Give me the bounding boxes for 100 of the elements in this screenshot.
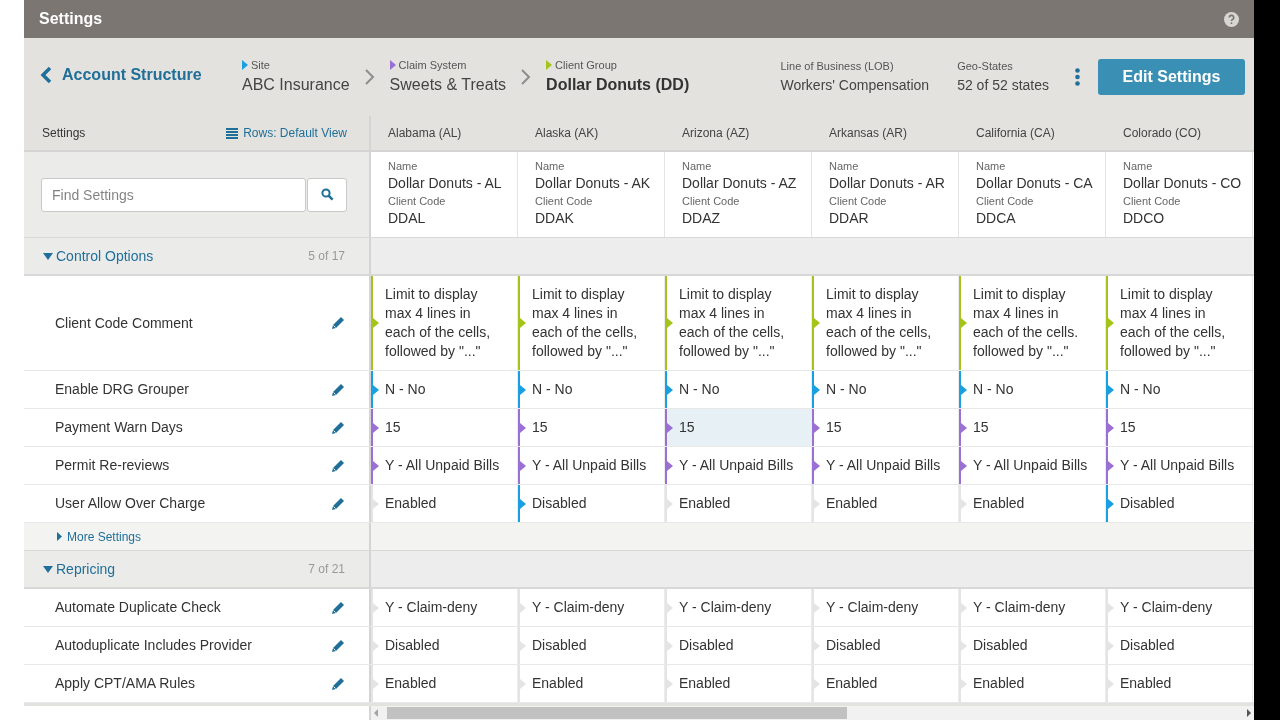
- table-cell[interactable]: Enabled: [665, 485, 812, 522]
- setting-label: Enable DRG Grouper: [55, 380, 189, 399]
- table-cell[interactable]: Enabled: [812, 665, 959, 702]
- table-cell[interactable]: 15: [959, 409, 1106, 446]
- breadcrumb-link[interactable]: Dollar Donuts (DD): [546, 73, 690, 98]
- table-cell[interactable]: Limit to display max 4 lines in each of the cells, followed by "...": [1106, 276, 1253, 370]
- section-toggle[interactable]: Repricing: [43, 558, 116, 580]
- table-cell[interactable]: Enabled: [812, 485, 959, 522]
- table-cell[interactable]: Limit to display max 4 lines in each of the cells. followed by "...": [959, 276, 1106, 370]
- pencil-icon[interactable]: [331, 496, 345, 511]
- table-cell[interactable]: Y - All Unpaid Bills: [959, 447, 1106, 484]
- table-cell[interactable]: N - No: [959, 371, 1106, 408]
- table-cell[interactable]: Enabled: [1106, 665, 1253, 702]
- table-cell[interactable]: N - No: [371, 371, 518, 408]
- table-cell[interactable]: Y - All Unpaid Bills: [1106, 447, 1253, 484]
- table-cell[interactable]: Y - Claim-deny: [518, 589, 665, 626]
- table-cell[interactable]: Y - Claim-deny: [371, 589, 518, 626]
- column-heading: Settings: [42, 125, 86, 142]
- table-cell[interactable]: Limit to display max 4 lines in each of the cells, followed by "...": [518, 276, 665, 370]
- setting-label: Automate Duplicate Check: [55, 598, 221, 617]
- pencil-icon[interactable]: [331, 316, 345, 330]
- table-cell[interactable]: 15: [812, 409, 959, 446]
- field-value: DDAL: [388, 209, 427, 228]
- pencil-icon[interactable]: [331, 420, 345, 435]
- table-cell[interactable]: N - No: [812, 371, 959, 408]
- table-cell[interactable]: 15: [665, 409, 812, 446]
- section-count: 7 of 21: [308, 561, 345, 578]
- table-cell[interactable]: Y - Claim-deny: [959, 589, 1106, 626]
- table-cell[interactable]: Disabled: [959, 627, 1106, 664]
- breadcrumb-link[interactable]: ABC Insurance: [242, 73, 350, 98]
- horizontal-scrollbar[interactable]: [371, 706, 1254, 720]
- table-cell[interactable]: 15: [371, 409, 518, 446]
- field-value: DDAZ: [682, 209, 722, 228]
- field-value: Dollar Donuts - AR: [829, 174, 946, 193]
- search-icon: [320, 188, 334, 201]
- caret-down-icon: [43, 252, 53, 260]
- field-value: Dollar Donuts - CO: [1123, 174, 1243, 193]
- chevron-right-icon: [520, 68, 533, 86]
- chevron-right-icon: [363, 68, 376, 86]
- table-cell[interactable]: Y - All Unpaid Bills: [665, 447, 812, 484]
- rows-view-link[interactable]: Rows: Default View: [226, 124, 347, 142]
- table-cell[interactable]: Disabled: [812, 627, 959, 664]
- field-label: Client Code: [829, 195, 888, 208]
- search-field[interactable]: Find Settings: [41, 177, 307, 212]
- table-cell[interactable]: N - No: [665, 371, 812, 408]
- pencil-icon[interactable]: [331, 600, 345, 615]
- table-cell[interactable]: N - No: [1106, 371, 1253, 408]
- table-cell[interactable]: Disabled: [518, 485, 665, 522]
- field-value: 52 of 52 states: [957, 75, 1049, 95]
- more-icon[interactable]: [1075, 68, 1080, 86]
- pencil-icon[interactable]: [331, 382, 345, 397]
- scrollbar-thumb[interactable]: [387, 707, 847, 719]
- edit-settings-button[interactable]: Edit Settings: [1098, 59, 1245, 95]
- table-cell[interactable]: Y - Claim-deny: [812, 589, 959, 626]
- column-heading: Arkansas (AR): [829, 125, 908, 142]
- table-cell[interactable]: Y - All Unpaid Bills: [812, 447, 959, 484]
- table-cell[interactable]: Enabled: [959, 485, 1106, 522]
- table-cell[interactable]: Enabled: [518, 665, 665, 702]
- more-settings-link[interactable]: More Settings: [57, 527, 142, 546]
- field-label: Client Code: [535, 195, 594, 208]
- field-label: Client Code: [682, 195, 741, 208]
- table-cell[interactable]: Disabled: [1106, 485, 1253, 522]
- table-cell[interactable]: Enabled: [959, 665, 1106, 702]
- table-cell[interactable]: Disabled: [1106, 627, 1253, 664]
- pencil-icon[interactable]: [331, 676, 345, 691]
- table-cell[interactable]: N - No: [518, 371, 665, 408]
- table-cell[interactable]: Disabled: [371, 627, 518, 664]
- table-cell[interactable]: Enabled: [665, 665, 812, 702]
- table-cell[interactable]: Y - Claim-deny: [1106, 589, 1253, 626]
- breadcrumb-link[interactable]: Sweets & Treats: [389, 73, 507, 98]
- scroll-right-icon[interactable]: [1244, 709, 1254, 717]
- field-label: Name: [535, 160, 566, 173]
- field-label: Client Code: [976, 195, 1035, 208]
- pencil-icon[interactable]: [331, 458, 345, 473]
- table-cell[interactable]: 15: [518, 409, 665, 446]
- table-cell[interactable]: Y - All Unpaid Bills: [518, 447, 665, 484]
- caret-down-icon: [43, 565, 53, 573]
- search-button[interactable]: [307, 177, 347, 212]
- table-cell[interactable]: Disabled: [518, 627, 665, 664]
- table-cell[interactable]: Y - Claim-deny: [665, 589, 812, 626]
- table-cell[interactable]: Disabled: [665, 627, 812, 664]
- caret-right-icon: [57, 532, 62, 541]
- field-value: Dollar Donuts - CA: [976, 174, 1094, 193]
- field-value: Workers' Compensation: [780, 75, 930, 95]
- setting-label: Payment Warn Days: [55, 418, 183, 437]
- back-link[interactable]: Account Structure: [40, 63, 240, 87]
- breadcrumb-label: Claim System: [398, 57, 467, 73]
- field-value: Dollar Donuts - AZ: [682, 174, 798, 193]
- table-cell[interactable]: Enabled: [371, 665, 518, 702]
- table-cell[interactable]: Limit to display max 4 lines in each of the cells, followed by "...": [371, 276, 518, 370]
- help-icon[interactable]: [1224, 11, 1239, 27]
- table-cell[interactable]: Limit to display max 4 lines in each of the cells, followed by "...": [665, 276, 812, 370]
- section-toggle[interactable]: Control Options: [43, 245, 154, 267]
- column-heading: Colorado (CO): [1123, 125, 1202, 142]
- pencil-icon[interactable]: [331, 638, 345, 653]
- table-cell[interactable]: Limit to display max 4 lines in each of the cells, followed by "...": [812, 276, 959, 370]
- field-label: Name: [388, 160, 419, 173]
- table-cell[interactable]: 15: [1106, 409, 1253, 446]
- table-cell[interactable]: Y - All Unpaid Bills: [371, 447, 518, 484]
- table-cell[interactable]: Enabled: [371, 485, 518, 522]
